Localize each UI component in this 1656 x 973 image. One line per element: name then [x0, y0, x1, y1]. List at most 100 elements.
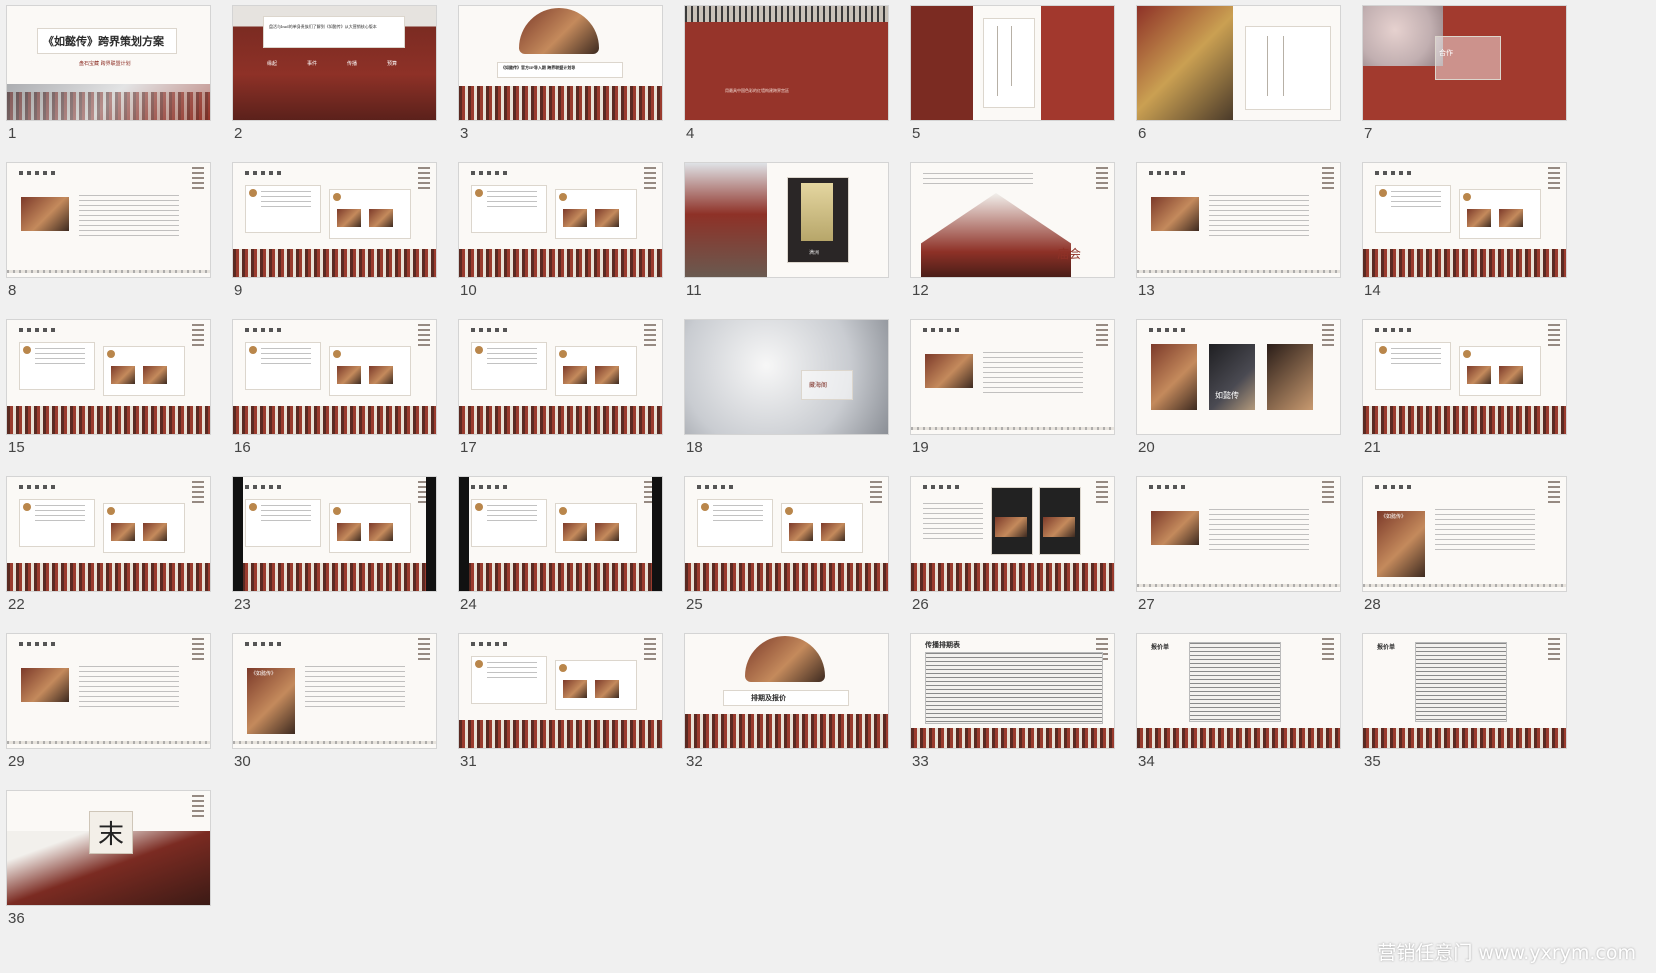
slide-thumbnail[interactable]: 满洲 11 — [678, 157, 888, 307]
slide-preview[interactable] — [7, 163, 210, 277]
slide-preview[interactable] — [1363, 320, 1566, 434]
slide-thumbnail[interactable]: 《如懿传》跨界策划方案 盘石宝藏 跨界联盟计划 1 — [0, 0, 210, 150]
slide-number: 27 — [1138, 596, 1155, 613]
slide-preview[interactable]: 盘活与bud的单身贵族们了解到《如懿传》从大营销核心版本 缘起 事件 传播 预算 — [233, 6, 436, 120]
slide-preview[interactable]: 排期及报价 — [685, 634, 888, 748]
slide-thumbnail[interactable]: 排期及报价 32 — [678, 628, 888, 778]
slide-number: 22 — [8, 596, 25, 613]
section-heading — [19, 328, 57, 332]
slide-thumbnail[interactable]: 《如懿传》 30 — [226, 628, 436, 778]
slide-thumbnail[interactable]: 末 36 — [0, 785, 210, 935]
slide-thumbnail[interactable]: 8 — [0, 157, 210, 307]
slide-thumbnail[interactable]: 如懿传 20 — [1130, 314, 1340, 464]
slide-preview[interactable]: 满洲 — [685, 163, 888, 277]
slide-preview[interactable] — [1137, 477, 1340, 591]
slide-preview[interactable] — [1363, 163, 1566, 277]
slide-number: 35 — [1364, 753, 1381, 770]
slide-thumbnail[interactable]: 10 — [452, 157, 662, 307]
slide-thumbnail[interactable]: 报价单 34 — [1130, 628, 1340, 778]
slide-thumbnail[interactable]: 29 — [0, 628, 210, 778]
slide-thumbnail[interactable]: 31 — [452, 628, 662, 778]
slide-thumbnail[interactable]: 17 — [452, 314, 662, 464]
slide-preview[interactable]: 用最具中国色彩的红墙构建跨界宫廷 — [685, 6, 888, 120]
slide-preview[interactable] — [1137, 163, 1340, 277]
slide-thumbnail[interactable]: 传播排期表 33 — [904, 628, 1114, 778]
slide-preview[interactable]: 传播排期表 — [911, 634, 1114, 748]
slide-preview[interactable]: 《如懿传》跨界策划方案 盘石宝藏 跨界联盟计划 — [7, 6, 210, 120]
roof-decoration — [1363, 249, 1566, 277]
slide-preview[interactable] — [459, 163, 662, 277]
slide-preview[interactable]: 末 — [7, 791, 210, 905]
post-text — [35, 505, 85, 523]
eaves — [685, 6, 888, 22]
slide-thumbnail[interactable]: 庙会 12 — [904, 157, 1114, 307]
slide-thumbnail[interactable]: 5 — [904, 0, 1114, 150]
slide-thumbnail[interactable]: 14 — [1356, 157, 1566, 307]
avatar — [23, 346, 31, 354]
slide-preview[interactable]: 《如懿传》 — [1363, 477, 1566, 591]
slide-thumbnail[interactable]: 23 — [226, 471, 436, 621]
post-image — [337, 523, 361, 541]
slide-preview[interactable]: 庙会 — [911, 163, 1114, 277]
slide-preview[interactable] — [7, 477, 210, 591]
slide-thumbnail[interactable]: 藏海阁 18 — [678, 314, 888, 464]
slide-preview[interactable]: 藏海阁 — [685, 320, 888, 434]
slide-preview[interactable] — [459, 477, 662, 591]
slide-preview[interactable]: 合作 — [1363, 6, 1566, 120]
slide-thumbnail[interactable]: 盘活与bud的单身贵族们了解到《如懿传》从大营销核心版本 缘起 事件 传播 预算 2 — [226, 0, 436, 150]
slide-thumbnail[interactable]: 22 — [0, 471, 210, 621]
slide-thumbnail[interactable]: 6 — [1130, 0, 1340, 150]
slide-thumbnail[interactable]: 用最具中国色彩的红墙构建跨界宫廷 4 — [678, 0, 888, 150]
slide-thumbnail[interactable]: 21 — [1356, 314, 1566, 464]
toc-label: 传播 — [347, 61, 358, 67]
table-title: 传播排期表 — [925, 640, 960, 649]
caption-text: 排期及报价 — [751, 693, 786, 702]
slide-thumbnail[interactable]: 15 — [0, 314, 210, 464]
slide-preview[interactable] — [911, 477, 1114, 591]
slide-thumbnail[interactable]: 《如懿传》 28 — [1356, 471, 1566, 621]
slide-thumbnail[interactable]: 26 — [904, 471, 1114, 621]
series-logo — [644, 324, 656, 346]
slide-number: 20 — [1138, 439, 1155, 456]
slide-preview[interactable] — [7, 320, 210, 434]
slide-preview[interactable] — [685, 477, 888, 591]
panel-text: 合作 — [1439, 49, 1453, 57]
roof-decoration — [7, 563, 210, 591]
slide-preview[interactable] — [233, 163, 436, 277]
slide-preview[interactable] — [911, 320, 1114, 434]
series-logo — [192, 638, 204, 660]
slide-thumbnail[interactable]: 24 — [452, 471, 662, 621]
slide-thumbnail[interactable]: 报价单 35 — [1356, 628, 1566, 778]
slide-thumbnail[interactable]: 9 — [226, 157, 436, 307]
slide-number: 19 — [912, 439, 929, 456]
slide-preview[interactable]: 《如懿传》 — [233, 634, 436, 748]
slide-preview[interactable] — [233, 320, 436, 434]
slide-thumbnail[interactable]: 19 — [904, 314, 1114, 464]
slide-thumbnail[interactable]: 合作 7 — [1356, 0, 1566, 150]
cast-photo — [519, 8, 599, 54]
slide-preview[interactable]: 报价单 — [1137, 634, 1340, 748]
slide-thumbnail[interactable]: 《如懿传》官方IP导入期 跨界联盟计划导 3 — [452, 0, 662, 150]
slide-preview[interactable]: 如懿传 — [1137, 320, 1340, 434]
slide-thumbnail[interactable]: 16 — [226, 314, 436, 464]
avatar — [559, 350, 567, 358]
slide-thumbnail[interactable]: 13 — [1130, 157, 1340, 307]
avatar — [475, 503, 483, 511]
slide-preview[interactable]: 《如懿传》官方IP导入期 跨界联盟计划导 — [459, 6, 662, 120]
slide-thumbnail[interactable]: 27 — [1130, 471, 1340, 621]
section-heading — [19, 642, 57, 646]
post-image — [595, 523, 619, 541]
content-photo — [247, 668, 295, 734]
slide-preview[interactable] — [459, 634, 662, 748]
slide-preview[interactable] — [459, 320, 662, 434]
table-title: 报价单 — [1377, 644, 1396, 651]
slide-thumbnail[interactable]: 25 — [678, 471, 888, 621]
avatar — [249, 503, 257, 511]
slide-preview[interactable] — [233, 477, 436, 591]
slide-preview[interactable] — [911, 6, 1114, 120]
slide-preview[interactable] — [1137, 6, 1340, 120]
avatar — [559, 664, 567, 672]
slide-preview[interactable] — [7, 634, 210, 748]
slide-preview[interactable]: 报价单 — [1363, 634, 1566, 748]
post-text — [487, 505, 537, 523]
